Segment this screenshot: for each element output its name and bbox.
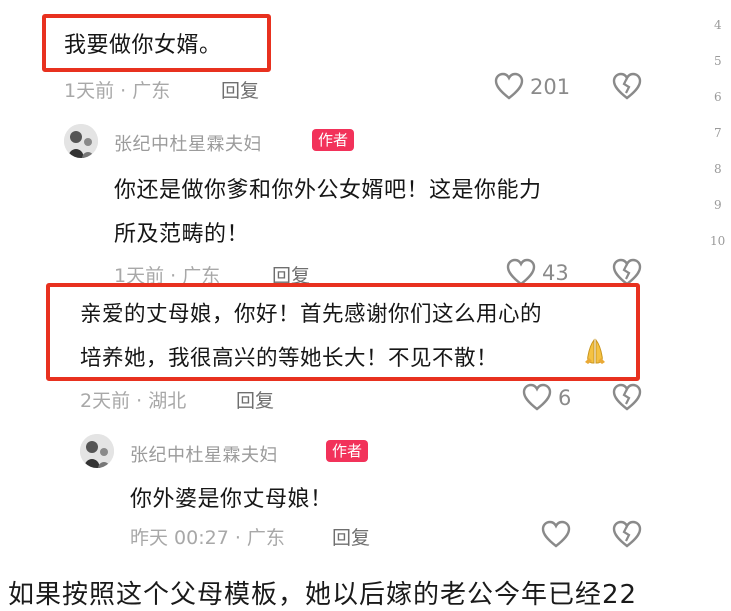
comment-meta: 2天前 · 湖北 — [80, 390, 187, 412]
comment-text-line: 你还是做你爹和你外公女婿吧！这是你能力 — [114, 178, 542, 203]
line-number: 5 — [714, 54, 722, 68]
line-number: 8 — [714, 162, 722, 176]
author-badge: 作者 — [326, 440, 369, 462]
pray-emoji — [580, 336, 610, 370]
article-text: 如果按照这个父母模板，她以后嫁的老公今年已经22 — [8, 580, 638, 610]
heart-icon[interactable] — [494, 72, 524, 104]
author-badge: 作者 — [312, 129, 355, 151]
line-number: 9 — [714, 198, 722, 212]
reply-button[interactable]: 回复 — [332, 523, 370, 550]
line-number: 6 — [714, 90, 722, 104]
reply-button[interactable]: 回复 — [221, 76, 259, 103]
like-count: 43 — [542, 261, 569, 285]
comment-meta: 昨天 00:27 · 广东 — [130, 527, 285, 549]
comment-text: 我要做你女婿。 — [64, 33, 222, 58]
avatar[interactable] — [80, 434, 114, 468]
heart-icon[interactable] — [522, 383, 552, 415]
broken-heart-icon[interactable] — [612, 72, 642, 104]
comment-text-line: 亲爱的丈母娘，你好！首先感谢你们这么用心的 — [80, 302, 543, 327]
broken-heart-icon[interactable] — [612, 520, 642, 552]
line-number: 7 — [714, 126, 722, 140]
comment-text: 你外婆是你丈母娘！ — [130, 487, 333, 512]
author-name[interactable]: 张纪中杜星霖夫妇 — [114, 130, 262, 156]
reply-button[interactable]: 回复 — [236, 386, 274, 413]
avatar[interactable] — [64, 124, 98, 158]
broken-heart-icon[interactable] — [612, 383, 642, 415]
author-name[interactable]: 张纪中杜星霖夫妇 — [130, 441, 278, 467]
comment-text-line: 所及范畴的！ — [114, 222, 250, 247]
comment-text-line: 培养她，我很高兴的等她长大！不见不散！ — [80, 346, 499, 371]
like-count: 201 — [530, 75, 571, 99]
line-number: 4 — [714, 18, 722, 32]
line-number: 10 — [710, 234, 726, 248]
like-count: 6 — [558, 386, 572, 410]
heart-icon[interactable] — [541, 520, 571, 552]
comment-meta: 1天前 · 广东 — [64, 80, 171, 102]
